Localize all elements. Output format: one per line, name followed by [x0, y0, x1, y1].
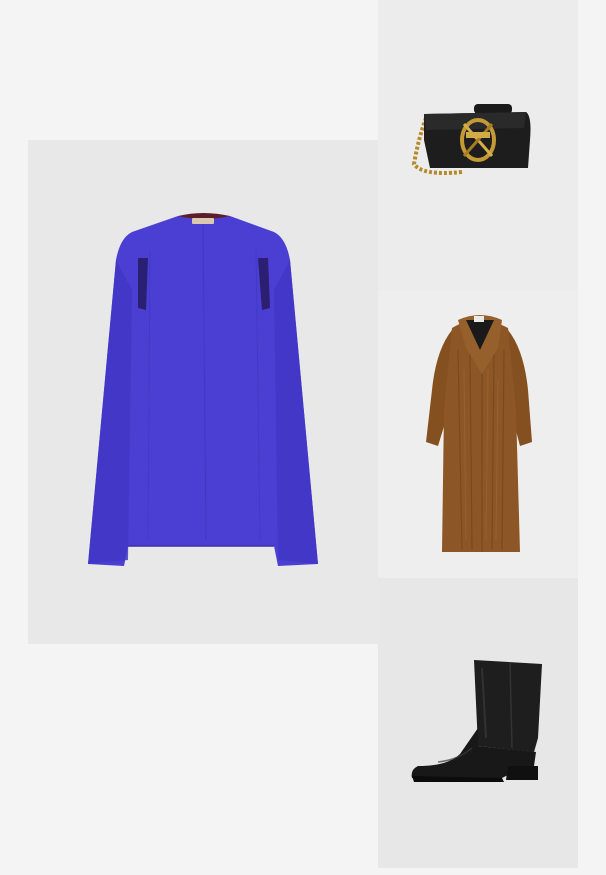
chain-bag-image	[411, 104, 531, 175]
fur-coat-tile[interactable]	[378, 290, 578, 578]
cape-dress-tile[interactable]	[28, 140, 378, 644]
fur-coat-image	[426, 315, 532, 552]
outfit-collage	[0, 0, 606, 875]
ankle-boot-tile[interactable]	[378, 578, 578, 868]
ankle-boot-image	[411, 660, 542, 782]
chain-bag-tile[interactable]	[378, 0, 578, 290]
cape-dress-image	[88, 213, 318, 566]
